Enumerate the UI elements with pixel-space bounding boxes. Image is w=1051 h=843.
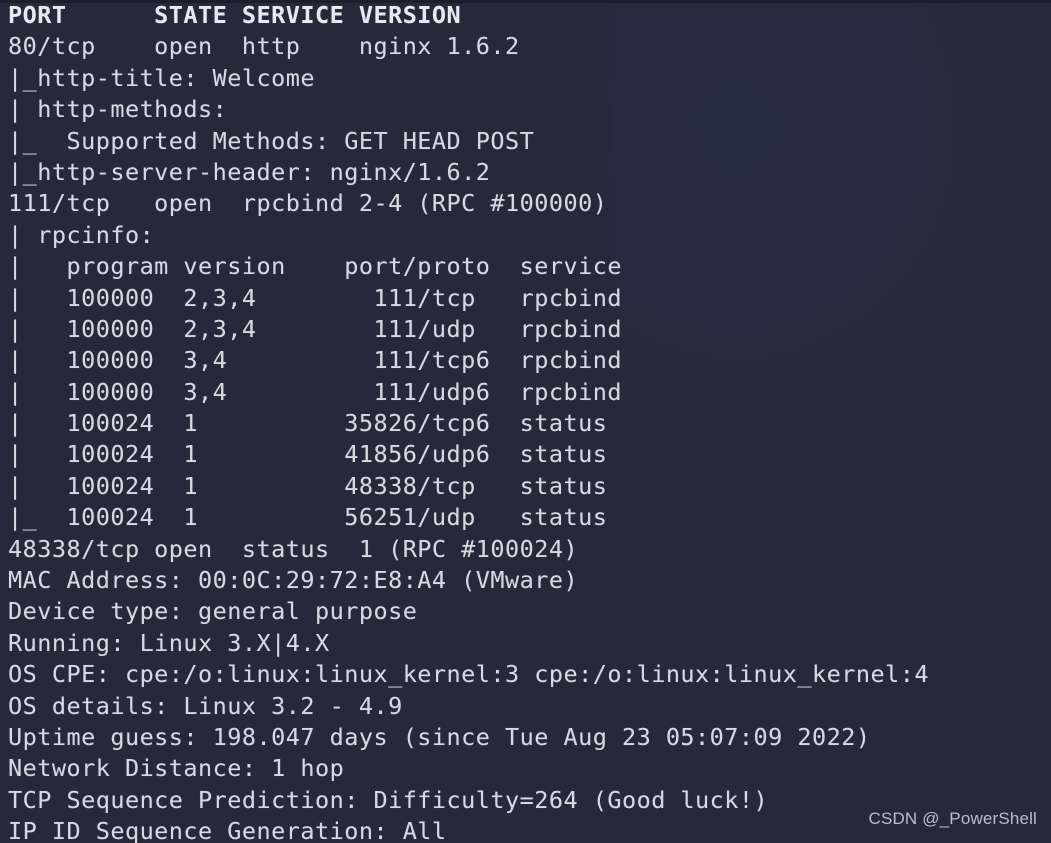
terminal-line: Network Distance: 1 hop [8, 754, 345, 783]
terminal-line: | 100000 3,4 111/tcp6 rpcbind [8, 346, 622, 375]
terminal-line: | 100000 2,3,4 111/udp rpcbind [8, 314, 622, 343]
terminal-line: 48338/tcp open status 1 (RPC #100024) [8, 534, 579, 563]
terminal-line: |_ 100024 1 56251/udp status [8, 503, 608, 532]
terminal-line: OS CPE: cpe:/o:linux:linux_kernel:3 cpe:… [8, 660, 929, 689]
terminal-line: Running: Linux 3.X|4.X [8, 628, 330, 657]
csdn-watermark: CSDN @_PowerShell [868, 809, 1037, 828]
terminal-window[interactable]: PORT STATE SERVICE VERSION 80/tcp open ht… [0, 0, 1051, 843]
terminal-line: | http-methods: [8, 95, 228, 124]
terminal-line: | program version port/proto service [8, 252, 622, 281]
terminal-line: | 100024 1 48338/tcp status [8, 471, 608, 500]
terminal-line: |_http-title: Welcome [8, 63, 315, 92]
terminal-line: 80/tcp open http nginx 1.6.2 [8, 32, 520, 61]
terminal-line: OS details: Linux 3.2 - 4.9 [8, 691, 403, 720]
terminal-line: |_ Supported Methods: GET HEAD POST [8, 126, 535, 155]
terminal-output: PORT STATE SERVICE VERSION 80/tcp open ht… [0, 0, 1051, 843]
terminal-line: Uptime guess: 198.047 days (since Tue Au… [8, 722, 871, 751]
terminal-line: MAC Address: 00:0C:29:72:E8:A4 (VMware) [8, 566, 579, 595]
screen-top-edge [0, 0, 1051, 3]
terminal-line: | 100024 1 41856/udp6 status [8, 440, 608, 469]
terminal-line: | 100024 1 35826/tcp6 status [8, 409, 608, 438]
terminal-line: | rpcinfo: [8, 220, 155, 249]
terminal-line: | 100000 2,3,4 111/tcp rpcbind [8, 283, 622, 312]
terminal-line: | 100000 3,4 111/udp6 rpcbind [8, 377, 622, 406]
terminal-line: Device type: general purpose [8, 597, 418, 626]
terminal-line: PORT STATE SERVICE VERSION [8, 1, 462, 29]
terminal-line: 111/tcp open rpcbind 2-4 (RPC #100000) [8, 189, 608, 218]
terminal-line: |_http-server-header: nginx/1.6.2 [8, 157, 491, 186]
